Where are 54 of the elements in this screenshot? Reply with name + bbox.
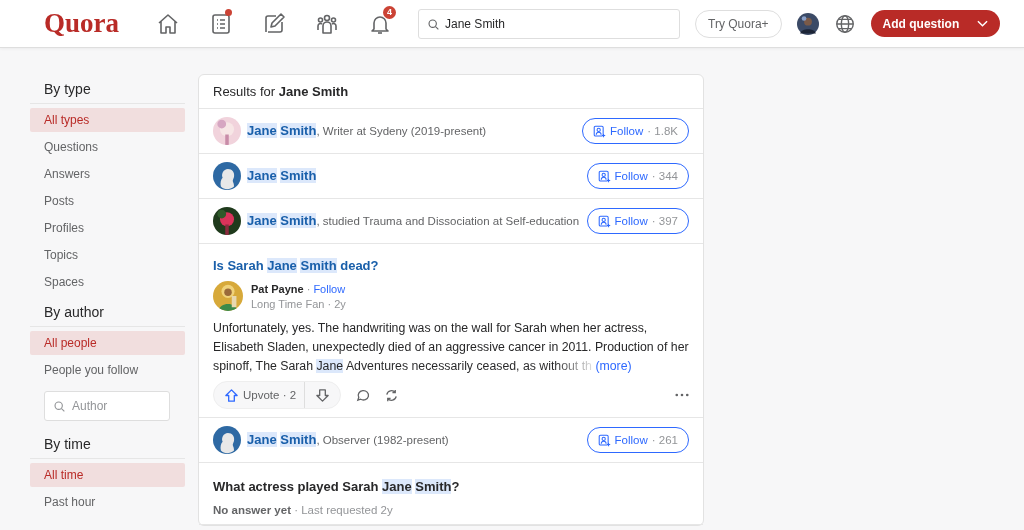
profile-summary: Jane Smith <box>247 167 318 185</box>
results-heading: Results for Jane Smith <box>199 75 703 109</box>
filter-item[interactable]: Topics <box>30 243 185 267</box>
quora-logo[interactable]: Quora <box>44 8 119 39</box>
downvote-icon <box>315 387 331 403</box>
filter-item[interactable]: All types <box>30 108 185 132</box>
filter-item[interactable]: All people <box>30 331 185 355</box>
profile-summary: Jane Smith, Writer at Sydeny (2019-present) <box>247 122 488 140</box>
comment-icon[interactable] <box>355 387 371 403</box>
question-link[interactable]: Is Sarah Jane Smith dead? <box>213 258 689 273</box>
filter-heading: By author <box>30 297 185 327</box>
add-person-icon <box>597 214 611 228</box>
follow-button[interactable]: Follow · 344 <box>586 163 689 189</box>
add-person-icon <box>597 169 611 183</box>
default-avatar-icon[interactable] <box>213 162 241 190</box>
filter-item[interactable]: Posts <box>30 189 185 213</box>
author-name[interactable]: Pat Payne <box>251 282 304 295</box>
profile-summary: Jane Smith, studied Trauma and Dissociation at Self-education <box>247 212 581 230</box>
upvote-icon <box>224 387 239 403</box>
separator-dot: · <box>306 282 311 295</box>
filter-item[interactable]: Answers <box>30 162 185 186</box>
filter-item[interactable]: All time <box>30 463 185 487</box>
search-field[interactable]: Jane Smith <box>418 8 680 39</box>
globe-icon[interactable] <box>833 12 856 35</box>
filter-heading: By time <box>30 429 185 459</box>
question-link[interactable]: What actress played Sarah Jane Smith? <box>213 479 689 494</box>
search-icon <box>53 400 66 413</box>
add-question-button[interactable]: Add question <box>870 10 1001 37</box>
try-quora-plus-button[interactable]: Try Quora+ <box>695 9 782 38</box>
filter-item[interactable]: Spaces <box>30 270 185 294</box>
follow-button[interactable]: Follow · 397 <box>586 208 689 234</box>
more-options-icon[interactable] <box>675 393 689 397</box>
add-person-icon <box>593 124 607 138</box>
add-person-icon <box>597 433 611 447</box>
author-search-field[interactable]: Author <box>44 391 170 421</box>
upvote-button[interactable]: Upvote · 2 <box>214 382 306 408</box>
question-status: No answer yet · Last requested 2y <box>213 504 394 516</box>
answer-text: Unfortunately, yes. The handwriting was on the wall for Sarah when her actress, Elisabeth Sladen, unexpectedly died of an aggressive cancer in 2011. Production of her spinoff, The Sarah Jane Adventures necessarily ceased, as without th (more) <box>213 320 689 375</box>
more-link[interactable]: (more) <box>595 359 632 373</box>
follow-button[interactable]: Follow · 261 <box>586 427 689 453</box>
search-icon <box>427 17 440 31</box>
filter-heading: By type <box>30 74 185 104</box>
default-avatar-icon[interactable] <box>213 426 241 454</box>
filter-item[interactable]: Past hour <box>30 490 185 514</box>
follow-link[interactable]: Follow <box>313 282 346 295</box>
caret-icon <box>977 19 989 28</box>
filter-item[interactable]: Questions <box>30 135 185 159</box>
notification-count: 4 <box>383 5 396 19</box>
author-credential: Long Time Fan · 2y <box>251 297 346 310</box>
share-icon[interactable] <box>384 387 400 403</box>
filter-item[interactable]: People you follow <box>30 358 185 382</box>
filter-item[interactable]: Profiles <box>30 216 185 240</box>
profile-summary: Jane Smith, Observer (1982-present) <box>247 431 450 449</box>
follow-button[interactable]: Follow · 1.8K <box>582 118 689 144</box>
